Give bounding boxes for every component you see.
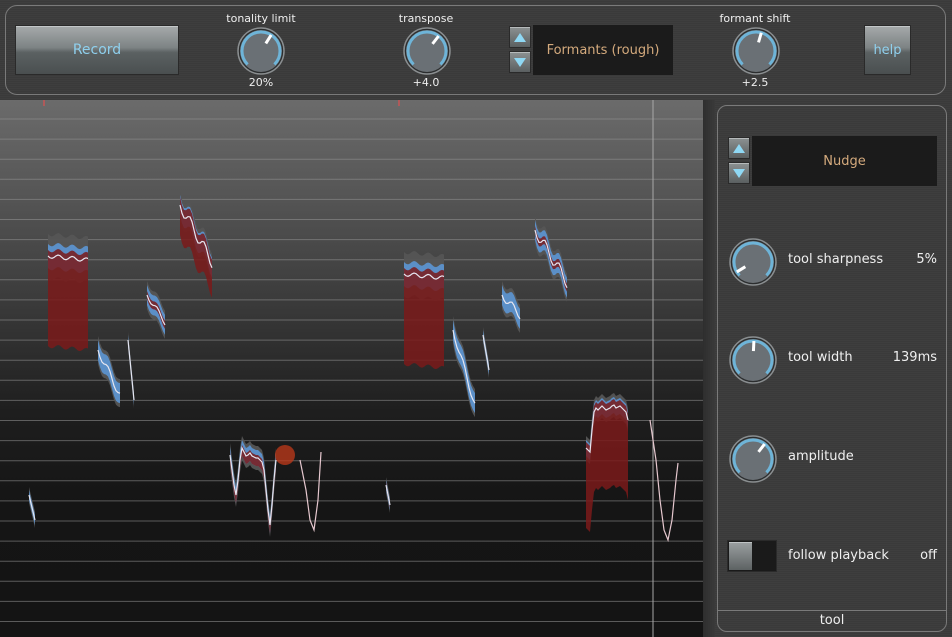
knob-face	[729, 238, 777, 286]
tonality-limit-label: tonality limit	[226, 12, 296, 25]
follow-playback-value: off	[920, 548, 937, 563]
pitch-curve	[299, 451, 322, 533]
tool-width-label: tool width	[788, 350, 853, 365]
marker	[398, 100, 400, 106]
tool-sharpness-value: 5%	[916, 252, 937, 267]
toggle-thumb	[729, 542, 752, 570]
tool-width-value: 139ms	[892, 350, 937, 365]
nudge-tool-cursor	[275, 445, 295, 465]
transpose-label: transpose	[398, 12, 454, 25]
knob-face	[237, 27, 285, 75]
triangle-down-icon	[733, 168, 745, 178]
transpose-value: +4.0	[412, 76, 440, 89]
mode-selector-display[interactable]: Formants (rough)	[533, 25, 673, 75]
formant-shift-label: formant shift	[719, 12, 791, 25]
tool-width-knob[interactable]	[728, 335, 778, 389]
tool-up-button[interactable]	[728, 137, 750, 159]
knob-face	[729, 336, 777, 384]
formant-shift-knob[interactable]	[731, 26, 781, 80]
formant-shift-value: +2.5	[741, 76, 769, 89]
amplitude-label: amplitude	[788, 449, 854, 464]
pitch-curve	[28, 494, 36, 521]
tonality-limit-value: 20%	[248, 76, 274, 89]
knob-face	[403, 27, 451, 75]
pitch-blob-red	[404, 267, 444, 370]
triangle-up-icon	[514, 32, 526, 42]
pitch-canvas[interactable]	[0, 100, 713, 637]
display-scroll-edge	[703, 100, 715, 637]
tool-panel-title: tool	[718, 610, 946, 631]
transpose-knob[interactable]	[402, 26, 452, 80]
pitch-display[interactable]	[0, 100, 713, 637]
pitch-curve	[127, 339, 135, 401]
amplitude-knob[interactable]	[728, 434, 778, 488]
pitch-blob-red	[180, 197, 212, 298]
knob-face	[732, 27, 780, 75]
mode-down-button[interactable]	[509, 51, 531, 73]
tool-sharpness-knob[interactable]	[728, 237, 778, 291]
tool-selector-display[interactable]: Nudge	[752, 136, 937, 186]
tool-down-button[interactable]	[728, 162, 750, 184]
help-button[interactable]: help	[864, 25, 911, 75]
tonality-limit-knob[interactable]	[236, 26, 286, 80]
follow-playback-toggle[interactable]	[727, 540, 777, 572]
knob-face	[729, 435, 777, 483]
record-button[interactable]: Record	[15, 25, 179, 75]
mode-up-button[interactable]	[509, 26, 531, 48]
pitch-curve	[649, 419, 679, 543]
follow-playback-label: follow playback	[788, 548, 889, 563]
triangle-down-icon	[514, 57, 526, 67]
pitch-blob-red	[48, 249, 88, 352]
tool-sharpness-label: tool sharpness	[788, 252, 884, 267]
triangle-up-icon	[733, 143, 745, 153]
marker	[43, 100, 45, 106]
